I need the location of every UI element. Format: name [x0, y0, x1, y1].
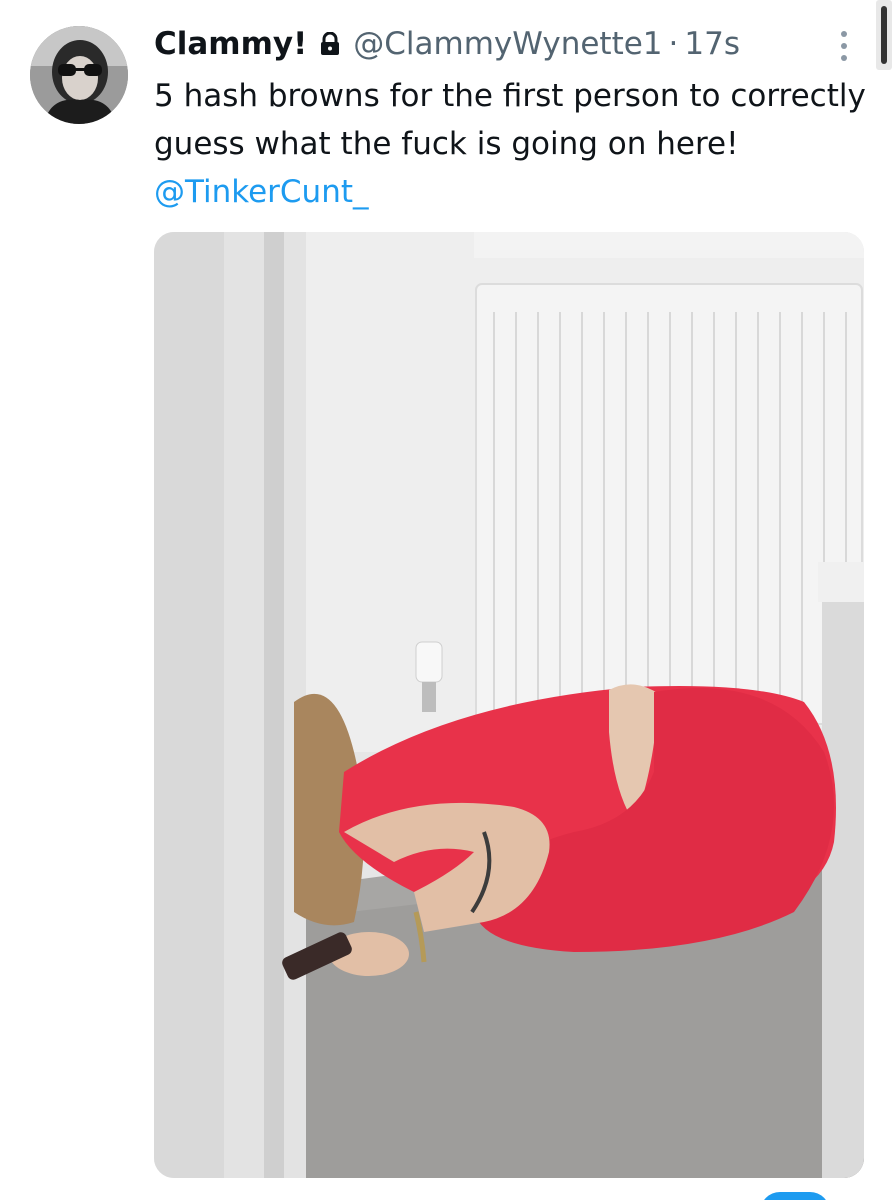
separator-dot: ·	[668, 26, 679, 62]
scrollbar-thumb[interactable]	[876, 0, 892, 70]
more-vertical-icon[interactable]	[834, 28, 854, 64]
tweet-photo[interactable]	[154, 232, 864, 1178]
display-name[interactable]: Clammy!	[154, 26, 307, 62]
avatar[interactable]	[30, 26, 128, 124]
tweet-header: Clammy! @ClammyWynette1 · 17s	[154, 22, 740, 66]
handle[interactable]: @ClammyWynette1	[353, 26, 662, 62]
timestamp[interactable]: 17s	[684, 26, 740, 62]
compose-button[interactable]	[760, 1192, 830, 1200]
tweet-body: 5 hash browns for the first person to co…	[154, 78, 866, 162]
tweet: Clammy! @ClammyWynette1 · 17s 5 hash bro…	[0, 0, 894, 1200]
mention-link[interactable]: @TinkerCunt_	[154, 174, 369, 210]
tweet-text: 5 hash browns for the first person to co…	[154, 72, 874, 216]
lock-icon	[319, 32, 341, 56]
